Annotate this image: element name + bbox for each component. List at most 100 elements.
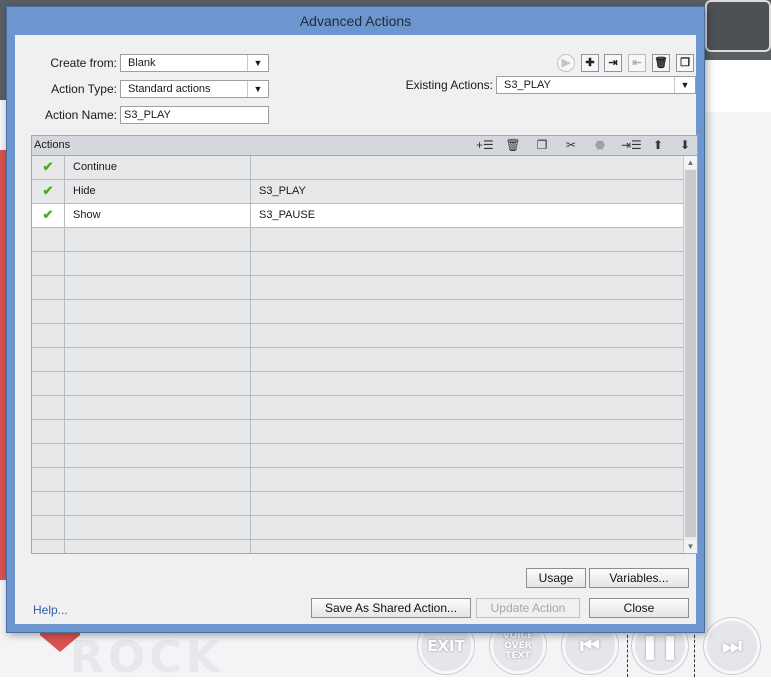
table-row[interactable] xyxy=(32,348,683,372)
insert-row-icon[interactable]: +☰ xyxy=(476,138,494,153)
table-row[interactable] xyxy=(32,444,683,468)
grid-scrollbar[interactable]: ▲ ▼ xyxy=(683,156,697,553)
actions-header-label: Actions xyxy=(34,139,71,151)
target-cell[interactable] xyxy=(251,228,683,252)
table-row[interactable]: ✔ Hide S3_PLAY xyxy=(32,180,683,204)
close-button[interactable]: Close xyxy=(589,598,689,618)
table-row[interactable] xyxy=(32,372,683,396)
row-status-cell xyxy=(32,372,65,396)
row-status-cell xyxy=(32,228,65,252)
target-cell[interactable] xyxy=(251,492,683,516)
target-cell[interactable] xyxy=(251,540,683,553)
import-action-icon[interactable]: ⇥ xyxy=(604,54,622,72)
checkmark-icon: ✔ xyxy=(32,156,65,180)
duplicate-icon[interactable]: ❐ xyxy=(676,54,694,72)
action-cell[interactable] xyxy=(65,300,251,324)
target-cell[interactable] xyxy=(251,324,683,348)
action-cell[interactable] xyxy=(65,276,251,300)
background-rock-text: ROCK xyxy=(70,632,224,683)
table-row[interactable] xyxy=(32,516,683,540)
action-cell[interactable] xyxy=(65,252,251,276)
target-cell[interactable] xyxy=(251,420,683,444)
copy-row-icon[interactable]: ❐ xyxy=(534,138,550,153)
target-cell[interactable] xyxy=(251,156,683,180)
existing-actions-value: S3_PLAY xyxy=(504,79,551,91)
row-status-cell xyxy=(32,324,65,348)
action-cell[interactable] xyxy=(65,228,251,252)
move-down-icon[interactable]: ⬇ xyxy=(677,138,693,153)
action-cell[interactable]: Show xyxy=(65,204,251,228)
indent-row-icon[interactable]: ⇥☰ xyxy=(621,138,642,153)
target-cell[interactable] xyxy=(251,300,683,324)
action-cell[interactable] xyxy=(65,396,251,420)
action-cell[interactable] xyxy=(65,348,251,372)
trash-icon[interactable]: 🗑 xyxy=(652,54,670,72)
export-action-icon[interactable]: ⇤ xyxy=(628,54,646,72)
preview-icon[interactable]: ▶ xyxy=(557,54,575,72)
target-cell[interactable]: S3_PLAY xyxy=(251,180,683,204)
target-cell[interactable] xyxy=(251,372,683,396)
create-from-value: Blank xyxy=(128,57,156,69)
table-row[interactable] xyxy=(32,252,683,276)
row-status-cell xyxy=(32,492,65,516)
update-action-button[interactable]: Update Action xyxy=(476,598,580,618)
action-cell[interactable] xyxy=(65,492,251,516)
row-status-cell xyxy=(32,348,65,372)
variables-button[interactable]: Variables... xyxy=(589,568,689,588)
table-row[interactable] xyxy=(32,324,683,348)
target-cell[interactable] xyxy=(251,468,683,492)
scroll-up-icon[interactable]: ▲ xyxy=(684,156,697,169)
action-cell[interactable] xyxy=(65,420,251,444)
action-cell[interactable] xyxy=(65,324,251,348)
dialog-client-area: Create from: Blank ▼ Action Type: Standa… xyxy=(15,35,698,624)
table-row[interactable] xyxy=(32,276,683,300)
action-cell[interactable] xyxy=(65,372,251,396)
delete-row-icon[interactable]: 🗑 xyxy=(505,138,521,153)
scroll-down-icon[interactable]: ▼ xyxy=(684,540,697,553)
row-status-cell xyxy=(32,300,65,324)
scroll-thumb[interactable] xyxy=(685,170,696,537)
background-white-panel xyxy=(700,60,771,112)
existing-actions-select[interactable]: S3_PLAY ▼ xyxy=(496,76,696,94)
action-name-input[interactable]: S3_PLAY xyxy=(120,106,269,124)
action-cell[interactable] xyxy=(65,516,251,540)
table-row[interactable] xyxy=(32,396,683,420)
table-row[interactable] xyxy=(32,228,683,252)
create-from-select[interactable]: Blank ▼ xyxy=(120,54,269,72)
action-type-select[interactable]: Standard actions ▼ xyxy=(120,80,269,98)
add-action-icon[interactable]: ✚ xyxy=(581,54,599,72)
cut-row-icon[interactable]: ✂ xyxy=(563,138,579,153)
action-cell[interactable] xyxy=(65,540,251,553)
actions-grid: Actions +☰ 🗑 ❐ ✂ ⬣ ⇥☰ ⬆ ⬇ ✔ Continue ✔ Hide… xyxy=(31,135,698,554)
background-tile xyxy=(705,0,771,52)
usage-button[interactable]: Usage xyxy=(526,568,586,588)
save-as-shared-action-button[interactable]: Save As Shared Action... xyxy=(311,598,471,618)
action-cell[interactable]: Hide xyxy=(65,180,251,204)
row-status-cell xyxy=(32,468,65,492)
move-up-icon[interactable]: ⬆ xyxy=(650,138,666,153)
table-row[interactable]: ✔ Show S3_PAUSE xyxy=(32,204,683,228)
row-status-cell xyxy=(32,252,65,276)
advanced-actions-dialog: Advanced Actions Create from: Blank ▼ Ac… xyxy=(6,6,705,633)
table-row[interactable] xyxy=(32,540,683,553)
target-cell[interactable] xyxy=(251,276,683,300)
action-cell[interactable] xyxy=(65,468,251,492)
table-row[interactable] xyxy=(32,420,683,444)
paste-row-icon[interactable]: ⬣ xyxy=(592,138,608,153)
existing-actions-label: Existing Actions: xyxy=(405,78,493,92)
target-cell[interactable] xyxy=(251,252,683,276)
action-cell[interactable]: Continue xyxy=(65,156,251,180)
target-cell[interactable] xyxy=(251,444,683,468)
table-row[interactable] xyxy=(32,492,683,516)
target-cell[interactable]: S3_PAUSE xyxy=(251,204,683,228)
table-row[interactable] xyxy=(32,468,683,492)
action-cell[interactable] xyxy=(65,444,251,468)
target-cell[interactable] xyxy=(251,348,683,372)
chevron-down-icon: ▼ xyxy=(247,55,268,71)
fast-forward-icon[interactable]: ⏭ xyxy=(704,618,760,674)
table-row[interactable] xyxy=(32,300,683,324)
table-row[interactable]: ✔ Continue xyxy=(32,156,683,180)
target-cell[interactable] xyxy=(251,516,683,540)
help-link[interactable]: Help... xyxy=(33,603,68,617)
target-cell[interactable] xyxy=(251,396,683,420)
